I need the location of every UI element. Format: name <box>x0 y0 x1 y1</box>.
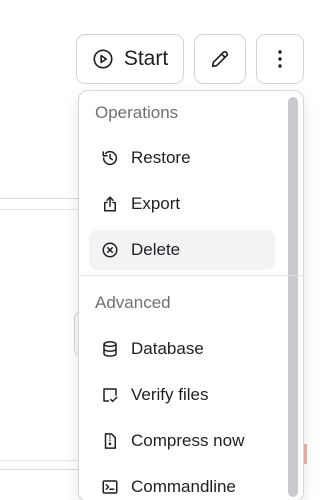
pencil-icon <box>209 48 231 70</box>
start-button[interactable]: Start <box>76 34 184 84</box>
start-button-label: Start <box>123 47 169 70</box>
vertical-ellipsis-icon <box>277 49 283 69</box>
menu-item-commandline[interactable]: Commandline <box>89 467 275 500</box>
play-circle-icon <box>92 48 114 70</box>
history-icon <box>101 149 119 167</box>
menu-item-label: Delete <box>131 240 181 259</box>
menu-item-label: Verify files <box>131 385 209 404</box>
menu-item-database[interactable]: Database <box>89 329 275 369</box>
more-options-button[interactable] <box>256 34 304 84</box>
circle-x-icon <box>101 241 119 259</box>
database-icon <box>101 340 119 358</box>
file-zip-icon <box>101 432 119 450</box>
menu-item-export[interactable]: Export <box>89 184 275 224</box>
background-panel <box>0 198 80 470</box>
menu-item-compress-now[interactable]: Compress now <box>89 421 275 461</box>
menu-item-label: Compress now <box>131 431 245 450</box>
menu-item-label: Database <box>131 339 204 358</box>
terminal-icon <box>101 478 119 496</box>
menu-item-label: Restore <box>131 148 191 167</box>
menu-item-label: Export <box>131 194 181 213</box>
menu-divider <box>79 275 303 276</box>
edit-button[interactable] <box>194 34 246 84</box>
file-check-icon <box>101 386 119 404</box>
menu-item-restore[interactable]: Restore <box>89 138 275 178</box>
share-icon <box>101 195 119 213</box>
section-title-advanced: Advanced <box>95 293 171 312</box>
options-dropdown-menu: Operations Restore Export Delete Advance… <box>78 90 304 500</box>
menu-item-verify-files[interactable]: Verify files <box>89 375 275 415</box>
menu-item-label: Commandline <box>131 477 236 496</box>
menu-scrollbar[interactable] <box>288 97 298 497</box>
section-title-operations: Operations <box>95 103 179 122</box>
menu-item-delete[interactable]: Delete <box>89 230 275 270</box>
